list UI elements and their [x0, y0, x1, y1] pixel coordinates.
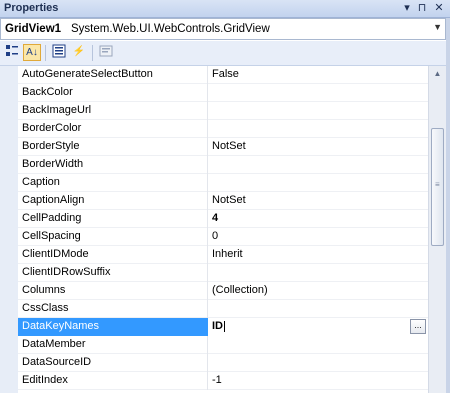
property-row[interactable]: BackColor [18, 84, 428, 102]
window-position-dropdown-icon[interactable]: ▾ [400, 0, 414, 16]
property-name: DataSourceID [22, 356, 92, 368]
column-divider [207, 282, 208, 300]
property-row[interactable]: ClientIDMode Inherit [18, 246, 428, 264]
property-name: BorderColor [22, 122, 82, 134]
property-row[interactable]: DataMember [18, 336, 428, 354]
property-name: AutoGenerateSelectButton [22, 68, 153, 80]
properties-toolbar: A↓ ⚡ [0, 41, 450, 66]
column-divider [207, 300, 208, 318]
property-name: BackColor [22, 86, 73, 98]
lightning-icon: ⚡ [72, 46, 86, 57]
property-name: ClientIDMode [22, 248, 89, 260]
property-name: BackImageUrl [22, 104, 92, 116]
scrollbar-thumb[interactable]: ≡ [431, 128, 444, 246]
property-name: BorderWidth [22, 158, 84, 170]
property-name: CssClass [22, 302, 69, 314]
property-value-text: ID [212, 320, 223, 332]
property-row-selected[interactable]: DataKeyNames ID ... [18, 318, 428, 336]
properties-button[interactable] [50, 44, 68, 61]
column-divider [207, 246, 208, 264]
property-value[interactable]: 0 [212, 230, 402, 242]
property-name: DataMember [22, 338, 86, 350]
property-row[interactable]: CellPadding 4 [18, 210, 428, 228]
column-divider [207, 372, 208, 390]
property-row[interactable]: ClientIDRowSuffix [18, 264, 428, 282]
close-icon[interactable]: ✕ [432, 0, 446, 16]
grip-icon: ≡ [435, 180, 440, 189]
column-divider [207, 336, 208, 354]
vertical-scrollbar[interactable]: ▲ ≡ [428, 66, 446, 393]
column-divider [207, 264, 208, 282]
panel-edge [446, 18, 450, 393]
grid-left-margin [0, 66, 18, 393]
column-divider [207, 102, 208, 120]
categorized-icon [6, 45, 18, 56]
property-value[interactable]: -1 [212, 374, 402, 386]
property-row[interactable]: EditIndex -1 [18, 372, 428, 390]
column-divider [207, 192, 208, 210]
property-row[interactable]: BorderWidth [18, 156, 428, 174]
property-row[interactable]: Caption [18, 174, 428, 192]
toolbar-separator [92, 45, 93, 61]
property-value[interactable]: NotSet [212, 194, 402, 206]
property-row[interactable]: CaptionAlign NotSet [18, 192, 428, 210]
property-value[interactable]: False [212, 68, 402, 80]
chevron-down-icon[interactable]: ▼ [433, 22, 442, 32]
property-name: ClientIDRowSuffix [22, 266, 111, 278]
column-divider [207, 156, 208, 174]
property-row[interactable]: BorderColor [18, 120, 428, 138]
scroll-up-icon[interactable]: ▲ [429, 66, 446, 82]
object-selector[interactable]: GridView1 System.Web.UI.WebControls.Grid… [0, 18, 446, 40]
property-value[interactable]: Inherit [212, 248, 402, 260]
property-name: EditIndex [22, 374, 68, 386]
properties-titlebar: Properties ▾ ⊓ ✕ [0, 0, 450, 18]
property-row[interactable]: BorderStyle NotSet [18, 138, 428, 156]
property-name: BorderStyle [22, 140, 80, 152]
column-divider [207, 84, 208, 102]
panel-title: Properties [4, 2, 59, 14]
property-row[interactable]: Columns (Collection) [18, 282, 428, 300]
property-row[interactable]: DataSourceID [18, 354, 428, 372]
column-divider [207, 138, 208, 156]
column-divider [207, 174, 208, 192]
property-row[interactable]: AutoGenerateSelectButton False [18, 66, 428, 84]
column-divider [207, 66, 208, 84]
events-button[interactable]: ⚡ [70, 44, 88, 61]
properties-icon [52, 44, 66, 58]
categorized-button[interactable] [3, 44, 21, 61]
property-value[interactable]: (Collection) [212, 284, 402, 296]
column-divider [207, 354, 208, 372]
column-divider [207, 120, 208, 138]
sort-az-icon: A↓ [26, 47, 38, 58]
property-name: CellPadding [22, 212, 82, 224]
property-pages-icon [99, 45, 113, 57]
property-grid: AutoGenerateSelectButton False BackColor… [0, 66, 428, 393]
property-value[interactable]: NotSet [212, 140, 402, 152]
object-type: System.Web.UI.WebControls.GridView [71, 23, 270, 35]
property-name: CaptionAlign [22, 194, 85, 206]
auto-hide-pin-icon[interactable]: ⊓ [415, 0, 429, 16]
column-divider [207, 210, 208, 228]
property-name: Caption [22, 176, 60, 188]
property-row[interactable]: CssClass [18, 300, 428, 318]
property-name: Columns [22, 284, 66, 296]
property-name: CellSpacing [22, 230, 81, 242]
object-name: GridView1 [5, 23, 62, 35]
property-row[interactable]: BackImageUrl [18, 102, 428, 120]
property-value[interactable]: 4 [212, 212, 402, 224]
property-value-input[interactable]: ID [212, 320, 402, 332]
property-pages-button[interactable] [97, 44, 115, 61]
text-caret [224, 320, 225, 332]
alphabetical-button[interactable]: A↓ [23, 44, 41, 61]
property-row[interactable]: CellSpacing 0 [18, 228, 428, 246]
property-name: DataKeyNames [22, 320, 100, 332]
toolbar-separator [45, 45, 46, 61]
column-divider [207, 228, 208, 246]
ellipsis-button[interactable]: ... [410, 319, 426, 334]
